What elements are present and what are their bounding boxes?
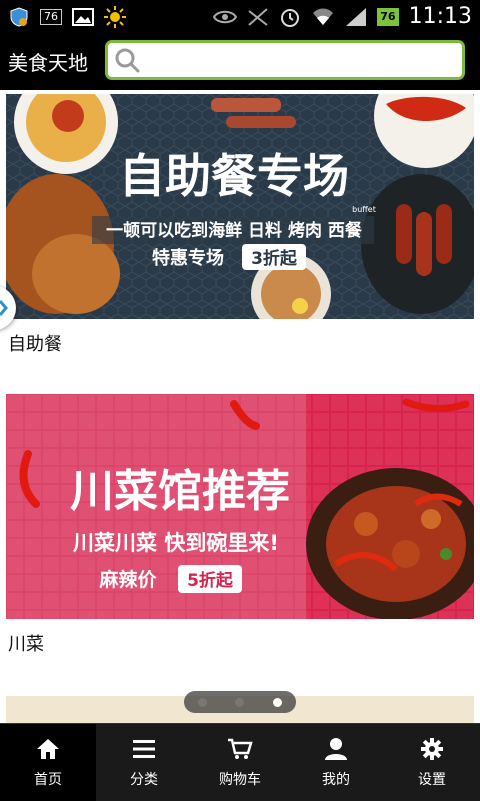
- search-box[interactable]: [105, 40, 465, 80]
- signal-icon: [346, 7, 367, 26]
- bottom-tab-bar: 首页 分类 购物车 我的 设置: [0, 723, 480, 801]
- notification-count-badge: 76: [40, 8, 62, 25]
- status-bar: 76 76 11:13: [0, 0, 480, 33]
- buffet-tag: buffet: [352, 205, 376, 214]
- battery-level: 76: [377, 7, 399, 26]
- image-icon: [72, 7, 94, 26]
- buffet-headline: 自助餐专场: [119, 149, 349, 203]
- list-icon: [133, 739, 155, 758]
- app-title: 美食天地: [8, 51, 88, 75]
- sichuan-banner[interactable]: 川菜馆推荐 川菜川菜 快到碗里来! 麻辣价 5折起: [6, 394, 474, 619]
- sichuan-subline: 川菜川菜 快到碗里来!: [72, 531, 279, 555]
- cart-icon: [228, 738, 253, 759]
- search-icon[interactable]: [114, 47, 140, 73]
- sichuan-promo: 麻辣价: [98, 568, 157, 591]
- clock: 11:13: [408, 4, 472, 29]
- tab-profile[interactable]: 我的: [288, 724, 384, 801]
- buffet-card[interactable]: 自助餐专场 buffet 一顿可以吃到海鲜 日料 烤肉 西餐 特惠专场 3折起 …: [6, 94, 474, 355]
- sichuan-label: 川菜: [8, 634, 44, 655]
- buffet-label: 自助餐: [8, 334, 62, 355]
- shield-icon: [10, 6, 28, 27]
- tab-category[interactable]: 分类: [96, 724, 192, 801]
- tab-label: 分类: [130, 771, 158, 788]
- tab-label: 我的: [322, 771, 350, 788]
- carousel-indicator: [184, 691, 296, 713]
- alarm-icon: [281, 8, 300, 27]
- sun-icon: [104, 5, 126, 28]
- carousel-dot[interactable]: [235, 697, 245, 707]
- gear-icon: [421, 737, 443, 760]
- carousel-dot[interactable]: [198, 697, 208, 707]
- carousel-dot-active[interactable]: [272, 697, 282, 707]
- tab-label: 购物车: [219, 771, 261, 788]
- tab-settings[interactable]: 设置: [384, 724, 480, 801]
- chevron-right-icon: [0, 300, 8, 316]
- no-signal-icon: [248, 7, 268, 26]
- sichuan-card[interactable]: 川菜馆推荐 川菜川菜 快到碗里来! 麻辣价 5折起 川菜: [6, 394, 474, 655]
- tab-cart[interactable]: 购物车: [192, 724, 288, 801]
- sichuan-headline: 川菜馆推荐: [70, 466, 290, 517]
- buffet-banner[interactable]: 自助餐专场 buffet 一顿可以吃到海鲜 日料 烤肉 西餐 特惠专场 3折起: [6, 94, 474, 319]
- sichuan-discount: 5折起: [187, 570, 234, 591]
- user-icon: [325, 737, 347, 760]
- tab-home[interactable]: 首页: [0, 724, 96, 801]
- wifi-icon: [313, 8, 334, 25]
- app-header: 美食天地: [0, 33, 480, 90]
- eye-icon: [213, 10, 238, 23]
- tab-label: 设置: [418, 771, 446, 788]
- buffet-promo: 特惠专场: [152, 247, 224, 269]
- buffet-discount: 3折起: [251, 248, 298, 269]
- buffet-subline: 一顿可以吃到海鲜 日料 烤肉 西餐: [106, 220, 363, 241]
- content-feed[interactable]: 自助餐专场 buffet 一顿可以吃到海鲜 日料 烤肉 西餐 特惠专场 3折起 …: [0, 90, 480, 723]
- home-icon: [37, 738, 59, 759]
- search-input[interactable]: [140, 44, 462, 76]
- tab-label: 首页: [34, 771, 62, 788]
